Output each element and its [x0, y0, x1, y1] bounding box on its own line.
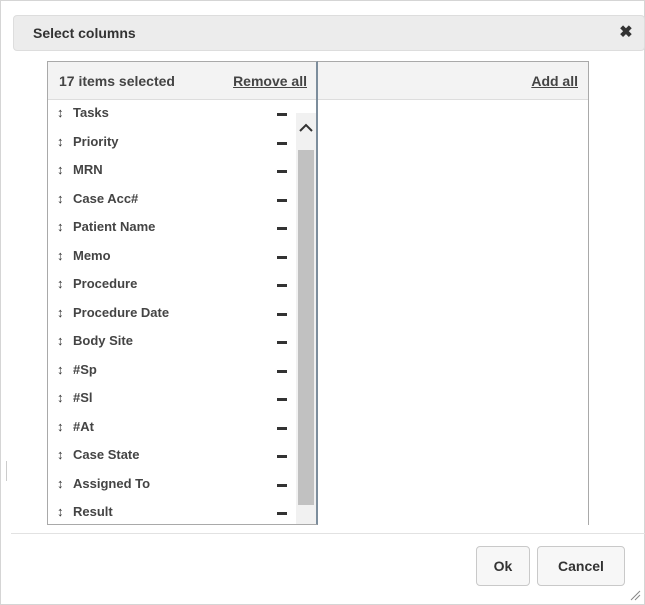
drag-handle-icon[interactable]: ↕ [57, 276, 64, 291]
drag-handle-icon[interactable]: ↕ [57, 362, 64, 377]
remove-column-icon[interactable] [277, 255, 287, 259]
dialog-title: Select columns [33, 25, 136, 41]
column-label: Priority [73, 133, 119, 149]
chevron-up-icon [299, 123, 313, 132]
list-item[interactable]: ↕ Procedure Date [48, 300, 296, 329]
available-panel-header: Add all [318, 62, 588, 100]
remove-column-icon[interactable] [277, 284, 287, 287]
drag-handle-icon[interactable]: ↕ [57, 504, 64, 519]
list-item[interactable]: ↕ Procedure [48, 271, 296, 300]
scroll-thumb[interactable] [298, 150, 314, 505]
list-item[interactable]: ↕ Case State [48, 442, 296, 471]
dialog-titlebar[interactable]: Select columns ✖ [13, 15, 645, 51]
column-label: Body Site [73, 333, 133, 348]
list-item[interactable]: ↕ #Sp [48, 357, 296, 386]
column-label: Assigned To [73, 475, 151, 491]
drag-handle-icon[interactable]: ↕ [57, 476, 64, 491]
column-label: Case State [73, 447, 140, 462]
list-item[interactable]: ↕ Body Site [48, 328, 296, 357]
remove-column-icon[interactable] [277, 512, 287, 515]
remove-column-icon[interactable] [277, 341, 287, 344]
selected-count: 17 items selected [59, 73, 175, 89]
column-label: #At [73, 418, 94, 434]
selected-columns-panel: 17 items selected Remove all ↕ Tasks ↕ Prio… [47, 61, 318, 525]
list-item[interactable]: ↕ #At [48, 414, 296, 443]
drag-handle-icon[interactable]: ↕ [57, 447, 64, 462]
remove-column-icon[interactable] [277, 312, 287, 316]
selected-panel-header: 17 items selected Remove all [48, 62, 316, 100]
select-columns-dialog: Select columns ✖ 17 items selected Remov… [0, 0, 645, 605]
drag-handle-icon[interactable]: ↕ [57, 305, 64, 320]
drag-handle-icon[interactable]: ↕ [57, 248, 64, 263]
available-columns-panel: Add all [318, 61, 589, 525]
remove-column-icon[interactable] [277, 198, 287, 202]
column-label: Case Acc# [73, 190, 139, 206]
remove-column-icon[interactable] [277, 369, 287, 373]
remove-all-link[interactable]: Remove all [233, 73, 307, 89]
cancel-button[interactable]: Cancel [537, 546, 625, 586]
column-label: #Sp [73, 361, 97, 377]
drag-handle-icon[interactable]: ↕ [57, 191, 64, 206]
column-label: Patient Name [73, 219, 156, 234]
remove-column-icon[interactable] [277, 170, 287, 173]
list-scrollbar[interactable] [296, 113, 316, 524]
column-label: Procedure Date [73, 304, 170, 320]
remove-column-icon[interactable] [277, 426, 287, 430]
remove-column-icon[interactable] [277, 141, 287, 145]
list-item[interactable]: ↕ #Sl [48, 385, 296, 414]
remove-column-icon[interactable] [277, 455, 287, 458]
column-label: Memo [73, 247, 111, 263]
drag-handle-icon[interactable]: ↕ [57, 333, 64, 348]
close-icon[interactable]: ✖ [618, 24, 634, 42]
scroll-up-button[interactable] [296, 113, 316, 147]
column-label: Procedure [73, 276, 138, 291]
column-label: Result [73, 504, 113, 519]
drag-handle-icon[interactable]: ↕ [57, 219, 64, 234]
column-label: #Sl [73, 390, 93, 405]
remove-column-icon[interactable] [277, 483, 287, 487]
remove-column-icon[interactable] [277, 113, 287, 116]
ok-button[interactable]: Ok [476, 546, 530, 586]
footer-divider [11, 533, 645, 534]
list-item[interactable]: ↕ Priority [48, 129, 296, 158]
add-all-link[interactable]: Add all [531, 73, 578, 89]
drag-handle-icon[interactable]: ↕ [57, 419, 64, 434]
list-item[interactable]: ↕ Case Acc# [48, 186, 296, 215]
column-label: Tasks [73, 105, 109, 120]
list-item[interactable]: ↕ Assigned To [48, 471, 296, 500]
list-item[interactable]: ↕ Tasks [48, 100, 296, 129]
drag-handle-icon[interactable]: ↕ [57, 134, 64, 149]
selected-columns-list: ↕ Tasks ↕ Priority ↕ MRN ↕ Case Acc# ↕ Patient Na… [48, 100, 296, 524]
list-item[interactable]: ↕ Memo [48, 243, 296, 272]
remove-column-icon[interactable] [277, 398, 287, 401]
list-item[interactable]: ↕ Result [48, 499, 296, 524]
divider [6, 461, 7, 481]
drag-handle-icon[interactable]: ↕ [57, 105, 64, 120]
list-item[interactable]: ↕ MRN [48, 157, 296, 186]
remove-column-icon[interactable] [277, 227, 287, 230]
drag-handle-icon[interactable]: ↕ [57, 162, 64, 177]
column-label: MRN [73, 162, 103, 177]
drag-handle-icon[interactable]: ↕ [57, 390, 64, 405]
resize-grip-icon[interactable] [629, 589, 641, 601]
list-item[interactable]: ↕ Patient Name [48, 214, 296, 243]
